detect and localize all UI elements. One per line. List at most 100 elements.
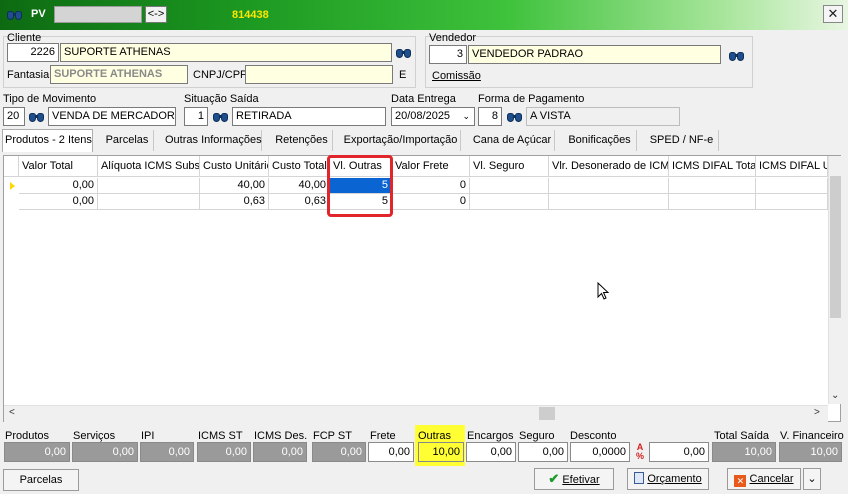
table-cell[interactable] [98,178,200,194]
column-header[interactable]: Valor Total [19,156,98,177]
tab-bonificacoes[interactable]: Bonificações [563,130,637,151]
total-label: Encargos [467,430,514,442]
search-movimento-icon[interactable] [28,110,46,124]
tab-outras-informacoes[interactable]: Outras Informações [163,130,262,151]
ipi-total: 0,00 [140,442,194,462]
search-situacao-icon[interactable] [212,110,230,124]
percent-toggle-icon[interactable]: A% [634,443,646,461]
comissao-label[interactable]: Comissão [432,70,481,82]
horizontal-scroll-thumb[interactable] [539,407,555,420]
table-cell[interactable] [470,178,549,194]
title-bar: PV <-> 814438 ✕ [0,0,848,30]
scroll-left-icon[interactable]: < [9,407,15,418]
total-label: ICMS ST [198,430,243,442]
table-cell[interactable] [756,178,828,194]
total-label: Serviços [73,430,116,442]
cnpj-field[interactable] [245,65,393,84]
orcamento-button[interactable]: Orçamento [627,468,709,490]
tab-produtos[interactable]: Produtos - 2 Itens [2,129,93,152]
frete-field[interactable]: 0,00 [368,442,414,462]
seguro-field[interactable]: 0,00 [518,442,568,462]
more-options-button[interactable]: ⌄ [803,468,821,490]
column-header[interactable]: ICMS DIFAL U [756,156,828,177]
table-cell[interactable]: 0,63 [200,194,269,210]
desconto-value-field[interactable]: 0,00 [649,442,709,462]
data-entrega-field[interactable]: 20/08/2025 ⌄ [391,107,475,126]
total-label: Desconto [570,430,617,442]
document-field[interactable] [54,6,142,23]
close-button[interactable]: ✕ [823,5,843,23]
table-cell[interactable] [756,194,828,210]
tab-cana-acucar[interactable]: Cana de Açúcar [470,130,555,151]
chevron-down-icon[interactable]: ⌄ [462,108,470,125]
encargos-field[interactable]: 0,00 [466,442,516,462]
search-cliente-icon[interactable] [395,46,413,60]
fantasia-label: Fantasia [7,69,50,81]
column-header[interactable]: Alíquota ICMS Subst. [98,156,200,177]
navigate-button[interactable]: <-> [145,6,167,23]
parcelas-button[interactable]: Parcelas [3,469,79,491]
efetivar-label: Efetivar [562,474,600,486]
total-label: Total Saída [714,430,770,442]
valor-financeiro: 10,00 [779,442,842,462]
pagamento-name-field[interactable]: A VISTA [526,107,680,126]
situacao-code-field[interactable]: 1 [184,107,208,126]
table-cell[interactable] [669,194,756,210]
vendedor-label: Vendedor [429,32,477,44]
column-header[interactable]: Vl. Seguro [470,156,549,177]
tipo-pessoa-label: E [399,69,407,81]
search-pagamento-icon[interactable] [506,110,524,124]
tab-parcelas[interactable]: Parcelas [101,130,154,151]
tipo-movimento-label: Tipo de Movimento [3,93,97,105]
horizontal-scrollbar[interactable] [4,405,828,422]
vendedor-name-field[interactable]: VENDEDOR PADRAO [468,45,721,64]
movimento-code-field[interactable]: 20 [3,107,25,126]
cliente-name-field[interactable]: SUPORTE ATHENAS [60,43,392,62]
vendedor-code-field[interactable]: 3 [429,45,467,64]
efetivar-button[interactable]: ✔ Efetivar [534,468,614,490]
vertical-scroll-thumb[interactable] [830,176,841,318]
search-binoculars-icon[interactable] [6,8,24,22]
column-header[interactable]: Custo Total [269,156,330,177]
search-vendedor-icon[interactable] [728,49,746,63]
icms-st-total: 0,00 [197,442,251,462]
tab-exportacao-importacao[interactable]: Exportação/Importação [341,130,461,151]
situacao-name-field[interactable]: RETIRADA [232,107,386,126]
table-cell[interactable] [98,194,200,210]
total-label: FCP ST [313,430,352,442]
column-header[interactable]: Valor Frete [392,156,470,177]
fantasia-field[interactable]: SUPORTE ATHENAS [50,65,188,84]
table-cell[interactable]: 40,00 [200,178,269,194]
scroll-right-icon[interactable]: > [814,407,820,418]
table-cell[interactable]: 40,00 [269,178,330,194]
total-label: Produtos [5,430,50,442]
check-icon: ✔ [548,471,560,486]
table-cell[interactable]: 0,63 [269,194,330,210]
table-cell[interactable]: 0,00 [19,194,98,210]
column-header[interactable]: ICMS DIFAL Total [669,156,756,177]
tab-retencoes[interactable]: Retenções [271,130,333,151]
mouse-cursor-icon [597,282,610,300]
fcp-st-total: 0,00 [312,442,366,462]
table-cell[interactable] [549,194,669,210]
outras-field[interactable]: 10,00 [418,442,464,462]
column-header[interactable]: Vlr. Desonerado de ICMS [549,156,669,177]
cliente-code-field[interactable]: 2226 [7,43,59,62]
chevron-down-icon: ⌄ [807,473,817,485]
movimento-name-field[interactable]: VENDA DE MERCADORIA [48,107,176,126]
produtos-grid[interactable]: Valor Total Alíquota ICMS Subst. Custo U… [3,155,842,422]
table-cell[interactable]: 0 [392,178,470,194]
table-cell[interactable]: 0,00 [19,178,98,194]
highlight-vl-outras [327,155,393,217]
orcamento-label: Orçamento [647,473,702,485]
table-cell[interactable] [549,178,669,194]
pagamento-code-field[interactable]: 8 [478,107,502,126]
scroll-down-icon[interactable]: ⌄ [831,390,839,401]
table-cell[interactable] [470,194,549,210]
table-cell[interactable] [669,178,756,194]
cancelar-button[interactable]: ✕ Cancelar [727,468,801,490]
tab-sped-nfe[interactable]: SPED / NF-e [645,130,719,151]
table-cell[interactable]: 0 [392,194,470,210]
column-header[interactable]: Custo Unitário [200,156,269,177]
desconto-percent-field[interactable]: 0,0000 [570,442,630,462]
